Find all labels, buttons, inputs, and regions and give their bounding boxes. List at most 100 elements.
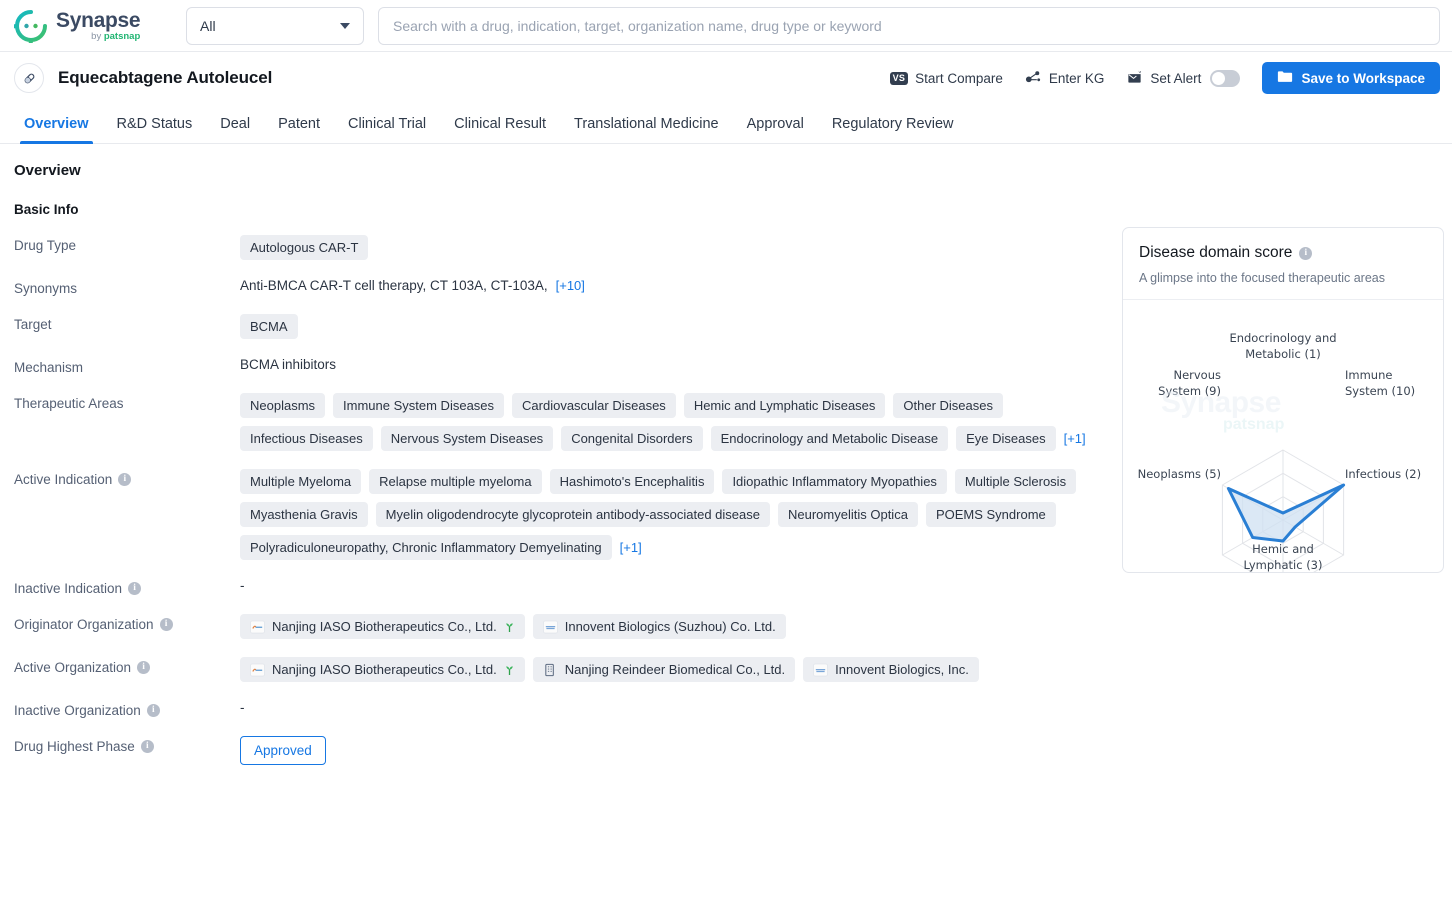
therapeutic-areas-more-link[interactable]: [+1] [1064, 431, 1086, 446]
org-tag[interactable]: Nanjing IASO Biotherapeutics Co., Ltd. [240, 657, 525, 682]
tag-therapeutic-area[interactable]: Immune System Diseases [333, 393, 505, 418]
drug-highest-phase-badge[interactable]: Approved [240, 736, 326, 765]
label-synonyms: Synonyms [14, 281, 78, 296]
search-input[interactable] [393, 17, 1425, 34]
tag-drug-type[interactable]: Autologous CAR-T [240, 235, 369, 260]
vs-icon: VS [889, 71, 909, 85]
tag-indication[interactable]: Multiple Myeloma [240, 469, 362, 494]
tab-approval[interactable]: Approval [733, 116, 818, 143]
row-active-organization: Active Organization i Nanjing IASO Bioth… [14, 657, 1104, 682]
row-therapeutic-areas: Therapeutic Areas Neoplasms Immune Syste… [14, 393, 1104, 451]
info-icon[interactable]: i [137, 661, 151, 674]
company-logo-icon [250, 619, 265, 634]
radar-label-nervous-2: System (9) [1158, 384, 1221, 398]
info-icon[interactable]: i [118, 473, 132, 486]
tab-patent[interactable]: Patent [264, 116, 334, 143]
radar-label-hemic-2: Lymphatic (3) [1244, 558, 1323, 572]
info-icon[interactable]: i [146, 704, 160, 717]
enter-kg-button[interactable]: Enter KG [1025, 68, 1104, 88]
tag-indication[interactable]: Myasthenia Gravis [240, 502, 368, 527]
tab-overview[interactable]: Overview [10, 116, 103, 144]
row-target: Target BCMA [14, 314, 1104, 339]
label-target: Target [14, 317, 52, 332]
tab-regulatory-review[interactable]: Regulatory Review [818, 116, 968, 143]
info-icon[interactable]: i [128, 582, 142, 595]
value-drug-type: Autologous CAR-T [240, 235, 1104, 260]
start-compare-button[interactable]: VS Start Compare [889, 71, 1003, 86]
knowledge-graph-icon [1025, 68, 1042, 88]
radar-label-infectious: Infectious (2) [1345, 467, 1421, 481]
value-originator-organization: Nanjing IASO Biotherapeutics Co., Ltd. I… [240, 614, 1104, 639]
row-originator-organization: Originator Organization i Nanjing IASO B… [14, 614, 1104, 639]
tab-clinical-trial[interactable]: Clinical Trial [334, 116, 440, 143]
tag-indication[interactable]: POEMS Syndrome [925, 502, 1056, 527]
save-to-workspace-label: Save to Workspace [1301, 70, 1425, 86]
org-tag[interactable]: Innovent Biologics, Inc. [803, 657, 979, 682]
set-alert-toggle[interactable] [1210, 69, 1241, 87]
label-active-organization: Active Organization i [14, 657, 240, 675]
row-inactive-organization: Inactive Organization i - [14, 700, 1104, 718]
brand-by: by [91, 30, 104, 42]
active-indication-more-link[interactable]: [+1] [620, 540, 642, 555]
org-tag[interactable]: Innovent Biologics (Suzhou) Co. Ltd. [532, 614, 786, 639]
tag-therapeutic-area[interactable]: Other Diseases [893, 393, 1003, 418]
search-scope-select[interactable]: All [186, 6, 364, 45]
info-icon[interactable]: i [1299, 246, 1313, 260]
radar-label-endocrinology: Endocrinology and [1229, 331, 1336, 345]
value-inactive-organization: - [240, 700, 245, 715]
label-inactive-indication: Inactive Indication i [14, 578, 240, 596]
radar-svg: Endocrinology and Metabolic (1) Immune S… [1138, 331, 1421, 572]
basic-info-title: Basic Info [14, 202, 79, 217]
tag-therapeutic-area[interactable]: Endocrinology and Metabolic Disease [710, 426, 949, 451]
radar-label-immune-2: System (10) [1345, 384, 1415, 398]
value-therapeutic-areas: Neoplasms Immune System Diseases Cardiov… [240, 393, 1104, 451]
brand-logo[interactable]: Synapse by patsnap [1, 9, 166, 56]
tag-indication[interactable]: Multiple Sclerosis [954, 469, 1077, 494]
row-active-indication: Active Indication i Multiple Myeloma Rel… [14, 469, 1104, 560]
label-originator-organization: Originator Organization i [14, 614, 240, 632]
disease-card-title: Disease domain score [1139, 244, 1293, 261]
tag-indication[interactable]: Polyradiculoneuropathy, Chronic Inflamma… [240, 535, 612, 560]
tag-therapeutic-area[interactable]: Nervous System Diseases [380, 426, 554, 451]
tag-therapeutic-area[interactable]: Infectious Diseases [240, 426, 373, 451]
tag-therapeutic-area[interactable]: Eye Diseases [956, 426, 1056, 451]
tag-indication[interactable]: Neuromyelitis Optica [778, 502, 918, 527]
radar-data-polygon [1226, 483, 1346, 543]
label-drug-highest-phase: Drug Highest Phase i [14, 736, 240, 754]
value-synonyms: Anti-BMCA CAR-T cell therapy, CT 103A, C… [240, 278, 1104, 293]
tag-therapeutic-area[interactable]: Neoplasms [240, 393, 326, 418]
radar-label-hemic: Hemic and [1252, 542, 1314, 556]
info-icon[interactable]: i [159, 618, 173, 631]
search-scope-value: All [200, 17, 216, 34]
tag-therapeutic-area[interactable]: Hemic and Lymphatic Diseases [683, 393, 886, 418]
row-synonyms: Synonyms Anti-BMCA CAR-T cell therapy, C… [14, 278, 1104, 296]
tag-indication[interactable]: Relapse multiple myeloma [369, 469, 542, 494]
tab-translational-medicine[interactable]: Translational Medicine [560, 116, 733, 143]
page-body: Overview Basic Info Drug Type Autologous… [0, 144, 1452, 765]
label-inactive-organization-text: Inactive Organization [14, 703, 141, 718]
tag-therapeutic-area[interactable]: Cardiovascular Diseases [512, 393, 676, 418]
tag-indication[interactable]: Hashimoto's Encephalitis [549, 469, 715, 494]
tab-clinical-result[interactable]: Clinical Result [440, 116, 560, 143]
search-box[interactable] [378, 6, 1440, 45]
tag-target[interactable]: BCMA [240, 314, 298, 339]
save-to-workspace-button[interactable]: Save to Workspace [1262, 62, 1440, 94]
org-tag[interactable]: Nanjing IASO Biotherapeutics Co., Ltd. [240, 614, 525, 639]
tag-indication[interactable]: Myelin oligodendrocyte glycoprotein anti… [375, 502, 770, 527]
sprout-icon [504, 621, 515, 633]
radar-chart: Synapse patsnap Endocrinology and Metabo… [1123, 300, 1443, 572]
building-icon [543, 663, 558, 677]
drug-header: Equecabtagene Autoleucel VS Start Compar… [0, 52, 1452, 104]
org-tag[interactable]: Nanjing Reindeer Biomedical Co., Ltd. [532, 657, 796, 682]
set-alert-control[interactable]: Set Alert [1126, 68, 1241, 88]
tag-indication[interactable]: Idiopathic Inflammatory Myopathies [722, 469, 947, 494]
tab-rd-status[interactable]: R&D Status [103, 116, 207, 143]
synonyms-more-link[interactable]: [+10] [556, 278, 585, 293]
tab-bar: Overview R&D Status Deal Patent Clinical… [0, 104, 1452, 144]
header-actions: VS Start Compare Enter KG Set Alert Save… [889, 62, 1440, 94]
tag-therapeutic-area[interactable]: Congenital Disorders [561, 426, 703, 451]
label-therapeutic-areas: Therapeutic Areas [14, 396, 124, 411]
radar-label-immune: Immune [1345, 368, 1392, 382]
tab-deal[interactable]: Deal [206, 116, 264, 143]
info-icon[interactable]: i [140, 740, 154, 753]
